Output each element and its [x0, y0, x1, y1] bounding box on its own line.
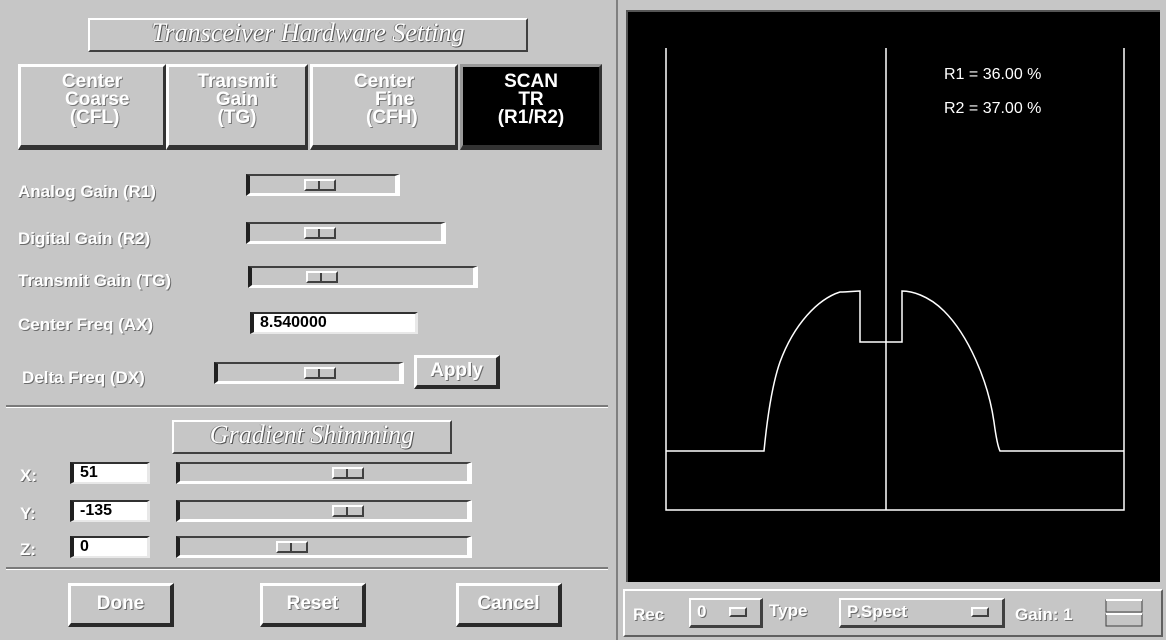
option-menu-indicator-icon: [971, 607, 989, 617]
tab-scan-tr[interactable]: SCAN TR (R1/R2): [460, 64, 602, 150]
r1-readout: R1 = 36.00 %: [944, 66, 1042, 83]
spectrum-display: R1 = 36.00 % R2 = 37.00 %: [626, 10, 1160, 582]
option-menu-indicator-icon: [729, 607, 747, 617]
gradient-shimming-title: Gradient Shimming: [172, 420, 452, 454]
slider-thumb[interactable]: [332, 505, 364, 517]
y-field[interactable]: -135: [70, 500, 150, 522]
tab-label: Center Coarse (CFL): [61, 71, 130, 128]
x-field[interactable]: 51: [70, 462, 150, 484]
display-panel: R1 = 36.00 % R2 = 37.00 % Rec 0 Type P.S…: [618, 0, 1166, 640]
section-divider: [6, 405, 608, 407]
z-label: Z:: [20, 540, 37, 559]
tab-label: Transmit Gain (TG): [197, 71, 277, 128]
y-slider[interactable]: [176, 500, 472, 522]
slider-thumb[interactable]: [332, 467, 364, 479]
slider-thumb[interactable]: [304, 227, 336, 239]
cancel-button[interactable]: Cancel: [456, 583, 562, 627]
rec-label: Rec: [633, 605, 665, 624]
reset-button[interactable]: Reset: [260, 583, 366, 627]
center-freq-label: Center Freq (AX): [18, 315, 154, 334]
transmit-gain-label: Transmit Gain (TG): [18, 271, 172, 290]
x-slider[interactable]: [176, 462, 472, 484]
delta-freq-slider[interactable]: [214, 362, 404, 384]
slider-thumb[interactable]: [276, 541, 308, 553]
type-label: Type: [769, 601, 808, 620]
digital-gain-label: Digital Gain (R2): [18, 229, 151, 248]
tab-center-coarse[interactable]: Center Coarse (CFL): [18, 64, 166, 150]
y-label: Y:: [20, 504, 36, 523]
gain-label: Gain: 1: [1015, 605, 1073, 624]
x-label: X:: [20, 466, 37, 485]
type-selector[interactable]: P.Spect: [839, 598, 1005, 628]
tab-label: SCAN TR (R1/R2): [497, 71, 565, 128]
tab-transmit-gain[interactable]: Transmit Gain (TG): [166, 64, 308, 150]
slider-thumb[interactable]: [304, 179, 336, 191]
digital-gain-slider[interactable]: [246, 222, 446, 244]
hardware-setting-title: Transceiver Hardware Setting: [88, 18, 528, 52]
gain-scroll-icon[interactable]: [1105, 599, 1143, 627]
rec-value: 0: [697, 602, 707, 621]
spectrum-plot: [665, 48, 1125, 511]
slider-thumb[interactable]: [304, 367, 336, 379]
apply-button[interactable]: Apply: [414, 355, 500, 389]
scroll-arrows-icon: [1105, 599, 1143, 627]
transmit-gain-slider[interactable]: [248, 266, 478, 288]
delta-freq-label: Delta Freq (DX): [22, 368, 145, 387]
transceiver-panel: Transceiver Hardware Setting Center Coar…: [0, 0, 618, 640]
spectrum-trace: [666, 290, 1124, 452]
display-controls-bar: Rec 0 Type P.Spect Gain: 1: [623, 589, 1163, 637]
rec-selector[interactable]: 0: [689, 598, 763, 628]
tab-label: Center Fine (CFH): [353, 71, 418, 128]
tab-center-fine[interactable]: Center Fine (CFH): [310, 64, 458, 150]
analog-gain-slider[interactable]: [246, 174, 400, 196]
r2-readout: R2 = 37.00 %: [944, 100, 1042, 117]
z-field[interactable]: 0: [70, 536, 150, 558]
display-frame: [665, 48, 1125, 511]
z-slider[interactable]: [176, 536, 472, 558]
done-button[interactable]: Done: [68, 583, 174, 627]
type-value: P.Spect: [847, 602, 908, 621]
slider-thumb[interactable]: [306, 271, 338, 283]
center-freq-field[interactable]: 8.540000: [250, 312, 418, 334]
section-divider: [6, 567, 608, 569]
analog-gain-label: Analog Gain (R1): [18, 182, 156, 201]
